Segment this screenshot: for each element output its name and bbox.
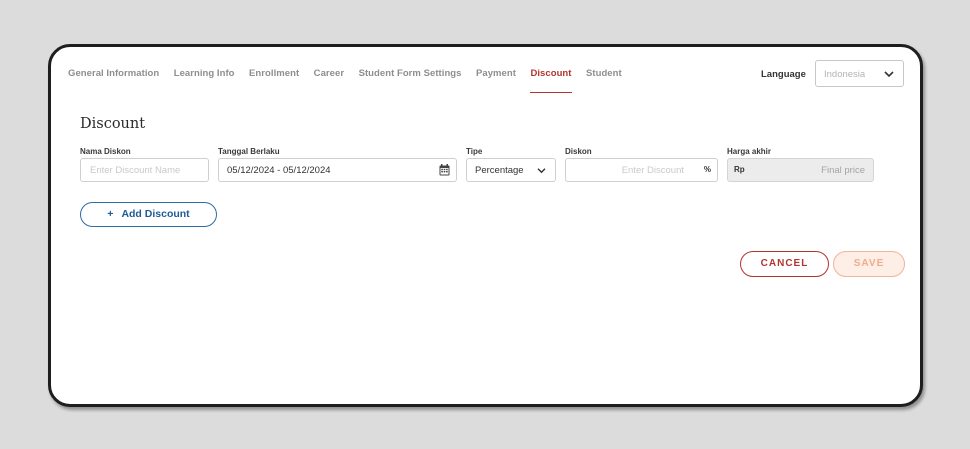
tab-discount[interactable]: Discount (530, 67, 572, 93)
tab-student-form-settings[interactable]: Student Form Settings (359, 67, 462, 93)
final-price-field: Rp Final price (727, 158, 874, 182)
chevron-down-icon (537, 168, 546, 174)
final-price-placeholder: Final price (821, 165, 865, 176)
percent-unit: % (703, 165, 711, 174)
calendar-icon[interactable] (439, 164, 450, 176)
valid-date-label: Tanggal Berlaku (218, 147, 280, 156)
discount-input[interactable]: Enter Discount % (565, 158, 718, 182)
language-selected-value: Indonesia (824, 69, 866, 80)
type-label: Tipe (466, 147, 483, 156)
save-button[interactable]: SAVE (833, 251, 905, 277)
plus-icon: + (107, 208, 114, 220)
date-range-input[interactable]: 05/12/2024 - 05/12/2024 (218, 158, 457, 182)
discount-label: Diskon (565, 147, 592, 156)
cancel-button[interactable]: CANCEL (740, 251, 829, 277)
discount-placeholder: Enter Discount (621, 165, 684, 176)
discount-name-input[interactable]: Enter Discount Name (80, 158, 209, 182)
type-select[interactable]: Percentage (466, 158, 556, 182)
tab-career[interactable]: Career (314, 67, 344, 93)
add-discount-label: Add Discount (121, 208, 190, 220)
final-price-label: Harga akhir (727, 147, 772, 156)
tab-student[interactable]: Student (586, 67, 622, 93)
tab-payment[interactable]: Payment (476, 67, 516, 93)
tab-learning-info[interactable]: Learning Info (174, 67, 235, 93)
currency-prefix: Rp (734, 165, 745, 174)
discount-name-label: Nama Diskon (80, 147, 131, 156)
app-window: General Information Learning Info Enroll… (48, 44, 923, 407)
chevron-down-icon (884, 71, 894, 78)
tab-bar: General Information Learning Info Enroll… (68, 67, 636, 95)
language-label: Language (761, 69, 806, 80)
type-selected-value: Percentage (475, 165, 524, 176)
add-discount-button[interactable]: + Add Discount (80, 202, 217, 227)
tab-general-information[interactable]: General Information (68, 67, 159, 93)
tab-enrollment[interactable]: Enrollment (249, 67, 299, 93)
language-select[interactable]: Indonesia (815, 60, 904, 87)
date-range-value: 05/12/2024 - 05/12/2024 (227, 165, 331, 176)
discount-name-placeholder: Enter Discount Name (90, 165, 181, 176)
page-title: Discount (80, 116, 146, 132)
